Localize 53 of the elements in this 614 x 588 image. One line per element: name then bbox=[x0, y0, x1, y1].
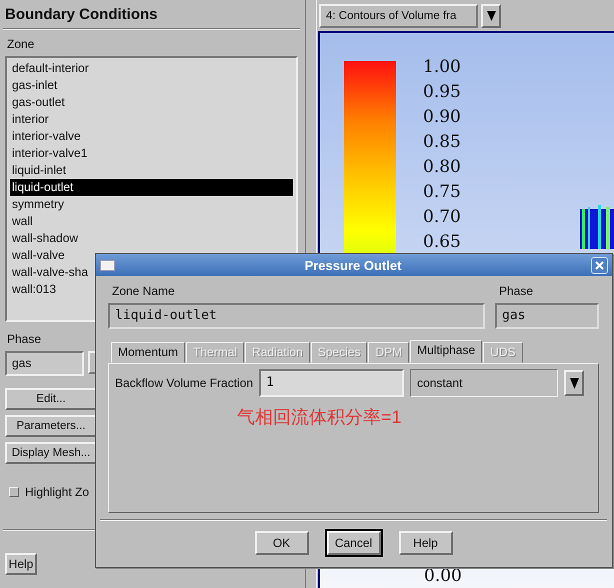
method-dropdown[interactable]: constant bbox=[410, 369, 558, 397]
zone-item[interactable]: default-interior bbox=[10, 60, 293, 77]
zone-item[interactable]: wall bbox=[10, 213, 293, 230]
legend-label: 1.00 bbox=[423, 56, 461, 79]
zone-item[interactable]: wall-shadow bbox=[10, 230, 293, 247]
panel-button[interactable]: Display Mesh... bbox=[5, 442, 97, 464]
legend-label: 0.70 bbox=[423, 206, 461, 229]
annotation-text: 气相回流体积分率=1 bbox=[237, 406, 403, 429]
phase-label: Phase bbox=[499, 283, 534, 300]
legend-label: 0.85 bbox=[423, 131, 461, 154]
dialog-title: Pressure Outlet bbox=[304, 258, 402, 272]
checkbox[interactable] bbox=[9, 487, 19, 497]
panel-button[interactable]: Edit... bbox=[5, 388, 97, 410]
zone-item[interactable]: interior-valve bbox=[10, 128, 293, 145]
legend-label: 0.95 bbox=[423, 81, 461, 104]
dialog-button[interactable]: OK bbox=[254, 531, 308, 555]
zone-label: Zone bbox=[6, 36, 36, 53]
backflow-field[interactable]: 1 bbox=[259, 369, 404, 397]
zone-item[interactable]: interior bbox=[10, 111, 293, 128]
zone-item[interactable]: liquid-outlet bbox=[10, 179, 293, 196]
zone-item[interactable]: interior-valve1 bbox=[10, 145, 293, 162]
phase-label: Phase bbox=[6, 331, 42, 348]
legend-label: 0.00 bbox=[424, 566, 462, 586]
tab[interactable]: Multiphase bbox=[410, 340, 482, 363]
dialog-button[interactable]: Cancel bbox=[326, 531, 380, 555]
zone-item[interactable]: gas-inlet bbox=[10, 77, 293, 94]
close-button[interactable] bbox=[591, 256, 608, 274]
dialog-button[interactable]: Help bbox=[398, 531, 452, 555]
help-button[interactable]: Help bbox=[5, 553, 37, 575]
contour-drawing bbox=[580, 205, 614, 249]
window-dropdown[interactable]: 4: Contours of Volume fra bbox=[319, 4, 478, 28]
phase-field[interactable]: gas bbox=[495, 303, 599, 329]
legend-label: 0.80 bbox=[423, 156, 461, 179]
checkbox-label: Highlight Zo bbox=[25, 485, 90, 499]
zone-item[interactable]: liquid-inlet bbox=[10, 162, 293, 179]
phase-dropdown[interactable]: gas bbox=[5, 351, 84, 376]
zone-item[interactable]: gas-outlet bbox=[10, 94, 293, 111]
field-label: Backflow Volume Fraction bbox=[115, 376, 254, 390]
panel-title: Boundary Conditions bbox=[5, 5, 158, 25]
zone-item[interactable]: symmetry bbox=[10, 196, 293, 213]
zone-name-field[interactable]: liquid-outlet bbox=[108, 303, 485, 329]
panel-button[interactable]: Parameters... bbox=[5, 415, 97, 437]
legend-label: 0.65 bbox=[423, 231, 461, 254]
dropdown-button[interactable] bbox=[564, 370, 584, 396]
legend-label: 0.75 bbox=[423, 181, 461, 204]
caret-icon bbox=[486, 11, 496, 21]
tab[interactable]: Momentum bbox=[111, 342, 186, 363]
legend-label: 0.90 bbox=[423, 106, 461, 129]
window-icon bbox=[100, 260, 115, 270]
zone-name-label: Zone Name bbox=[112, 283, 176, 300]
caret-icon bbox=[570, 378, 579, 388]
dropdown-button[interactable] bbox=[481, 4, 501, 28]
close-icon bbox=[595, 260, 604, 270]
